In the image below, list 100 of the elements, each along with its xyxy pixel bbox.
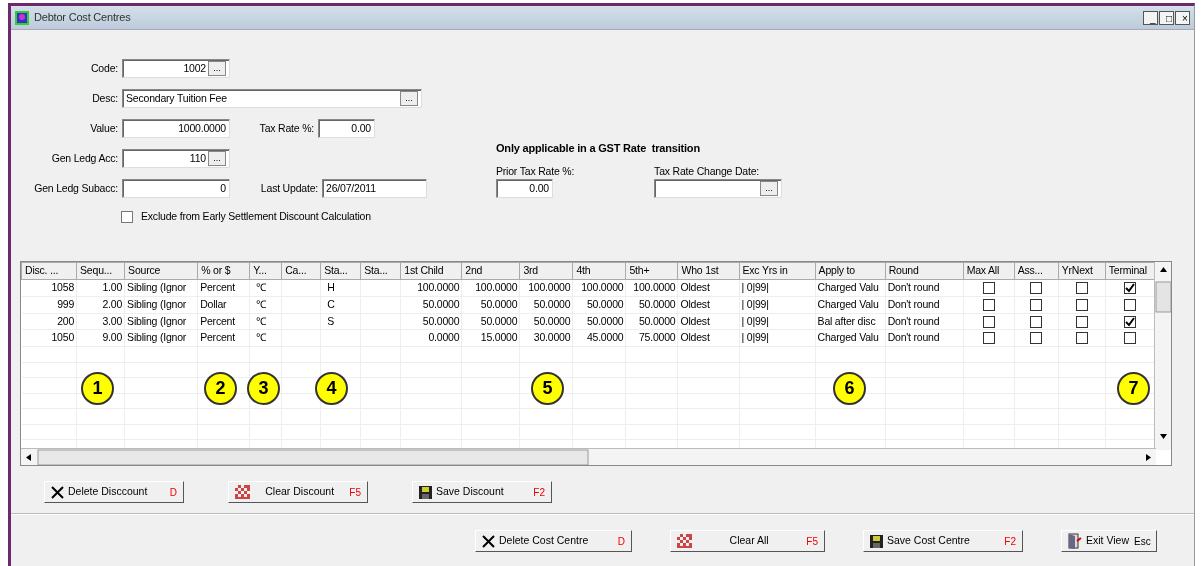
column-header[interactable]: Exc Yrs in [739, 262, 816, 280]
column-header[interactable]: Max All [963, 262, 1015, 280]
column-header[interactable]: 2nd [461, 262, 520, 280]
table-cell: 50.0000 [400, 313, 462, 330]
table-cell: 50.0000 [400, 296, 462, 313]
minimize-button[interactable]: _ [1143, 10, 1158, 25]
table-cell: 75.0000 [625, 329, 678, 347]
column-header[interactable]: % or $ [197, 262, 250, 280]
column-header[interactable]: Ca... [281, 262, 321, 280]
column-header[interactable]: Source [124, 262, 198, 280]
table-cell: Oldest [677, 313, 739, 330]
section-heading: Only applicable in a GST Rate transition [496, 141, 701, 156]
close-button[interactable]: × [1175, 10, 1190, 25]
table-cell: Percent [197, 279, 250, 297]
column-header[interactable]: Y... [249, 262, 282, 280]
table-cell: ℃ [249, 279, 282, 297]
callout-badge: 3 [247, 372, 280, 405]
button[interactable]: Clear Discount F5 [228, 481, 368, 503]
column-header[interactable]: Disc. ... [21, 262, 77, 280]
column-header[interactable]: Round [885, 262, 964, 280]
table-cell: 2.00 [76, 296, 125, 313]
table-cell: Sibling (Ignor [124, 279, 198, 297]
table-cell: 1050 [21, 329, 77, 347]
column-header[interactable]: Sta... [320, 262, 361, 280]
table-cell: 30.0000 [519, 329, 573, 347]
table-cell: 1058 [21, 279, 77, 297]
table-cell: Bal after disc [815, 313, 886, 330]
table-cell: 50.0000 [625, 313, 678, 330]
table-cell: 9.00 [76, 329, 125, 347]
input-field[interactable]: Secondary Tuition Fee ... [122, 89, 422, 108]
table-cell: ℃ [249, 296, 282, 313]
field-label: Gen Ledg Subacc: [33, 180, 118, 196]
button[interactable]: Exit View Esc [1061, 530, 1157, 552]
button[interactable]: Save Discount F2 [412, 481, 552, 503]
button[interactable]: Delete Disccount D [44, 481, 184, 503]
button[interactable]: Save Cost Centre F2 [863, 530, 1023, 552]
column-header[interactable]: Sta... [360, 262, 401, 280]
table-cell: 50.0000 [461, 296, 520, 313]
table-cell: 999 [21, 296, 77, 313]
input-field[interactable]: 110 ... [122, 149, 230, 168]
callout-badge: 7 [1117, 372, 1150, 405]
table-cell: 100.0000 [461, 279, 520, 297]
input-field[interactable]: 0.00 [318, 119, 375, 138]
table-cell: 0.0000 [400, 329, 462, 347]
column-header[interactable]: 3rd [519, 262, 573, 280]
table-cell: 3.00 [76, 313, 125, 330]
column-header[interactable]: 5th+ [625, 262, 678, 280]
table-cell: | 0|99| [739, 279, 816, 297]
callout-badge: 1 [81, 372, 114, 405]
table-cell: 50.0000 [572, 296, 626, 313]
column-header[interactable]: YrNext [1058, 262, 1106, 280]
table-cell: Sibling (Ignor [124, 296, 198, 313]
button[interactable]: Clear All F5 [670, 530, 825, 552]
input-field[interactable]: 1002 ... [122, 59, 230, 78]
field-label: Prior Tax Rate %: [496, 163, 575, 179]
column-header[interactable]: 4th [572, 262, 626, 280]
field-label: Last Update: [259, 180, 318, 196]
table-cell: Dollar [197, 296, 250, 313]
field-label: Tax Rate %: [258, 120, 314, 136]
input-field[interactable]: 1000.0000 [122, 119, 230, 138]
field-label: Gen Ledg Acc: [50, 150, 118, 166]
table-cell: 50.0000 [625, 296, 678, 313]
table-cell: | 0|99| [739, 296, 816, 313]
table-cell: C [320, 296, 361, 313]
table-cell: Charged Valu [815, 329, 886, 347]
column-header[interactable]: Apply to [815, 262, 886, 280]
window-title: Debtor Cost Centres [34, 10, 131, 26]
column-header[interactable]: Who 1st [677, 262, 739, 280]
input-field[interactable]: 0.00 [496, 179, 553, 199]
table-cell: Percent [197, 313, 250, 330]
table-cell: 100.0000 [572, 279, 626, 297]
table-cell: 50.0000 [572, 313, 626, 330]
table-cell: 15.0000 [461, 329, 520, 347]
table-cell: Don't round [885, 313, 964, 330]
browse-button[interactable]: ... [760, 181, 779, 197]
input-field[interactable]: 26/07/2011 [322, 179, 427, 198]
column-header[interactable]: Terminal [1105, 262, 1156, 280]
maximize-button[interactable]: □ [1159, 10, 1174, 25]
input-field[interactable]: 0 [122, 179, 230, 198]
column-header[interactable]: Sequ... [76, 262, 125, 280]
table-cell: Don't round [885, 329, 964, 347]
field-label: Value: [89, 120, 118, 136]
button[interactable]: Delete Cost Centre D [475, 530, 632, 552]
browse-button[interactable]: ... [208, 61, 226, 76]
field-label: Tax Rate Change Date: [654, 163, 761, 179]
field-label: Code: [89, 60, 118, 76]
browse-button[interactable]: ... [208, 151, 226, 166]
field-label: Desc: [91, 90, 118, 106]
table-cell: Percent [197, 329, 250, 347]
table-cell: 100.0000 [519, 279, 573, 297]
column-header[interactable]: 1st Child [400, 262, 462, 280]
table-cell: Sibling (Ignor [124, 329, 198, 347]
table-cell: 50.0000 [461, 313, 520, 330]
callout-badge: 5 [531, 372, 564, 405]
table-cell: ℃ [249, 329, 282, 347]
input-field[interactable]: ... [654, 179, 783, 199]
column-header[interactable]: Ass... [1014, 262, 1059, 280]
callout-badge: 2 [204, 372, 237, 405]
browse-button[interactable]: ... [400, 91, 418, 106]
table-cell: | 0|99| [739, 313, 816, 330]
